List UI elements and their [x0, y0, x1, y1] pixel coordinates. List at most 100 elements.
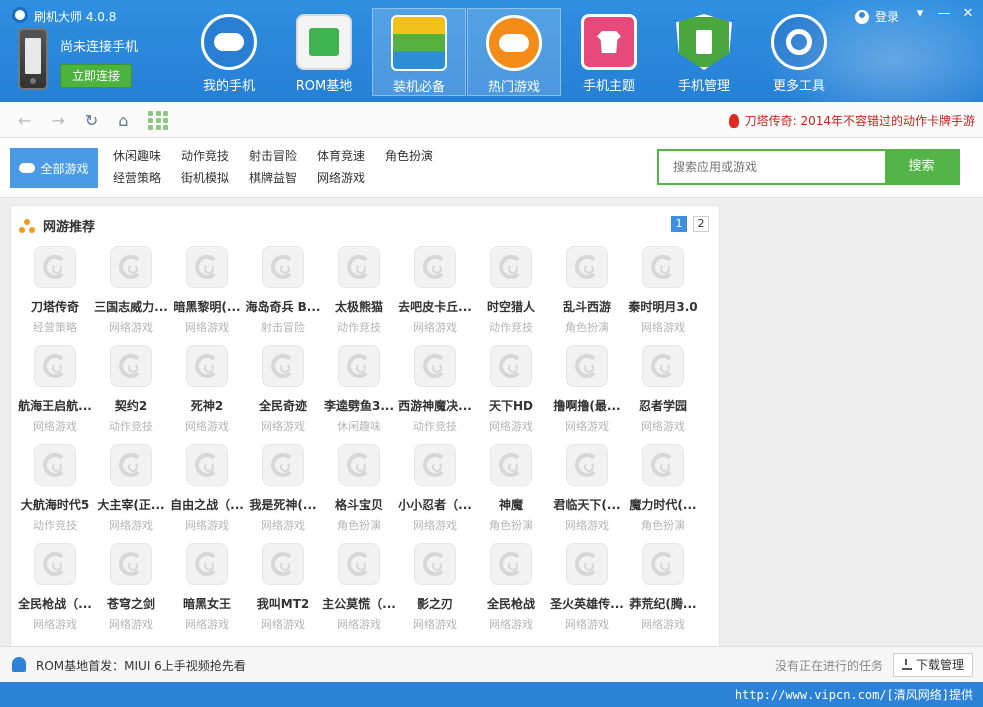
game-name: 太极熊猫 [334, 300, 383, 314]
shield-phone-icon [676, 14, 732, 70]
game-item[interactable]: 忍者学园 网络游戏 [625, 345, 701, 444]
game-category: 动作竞技 [337, 321, 381, 334]
game-item[interactable]: 西游神魔决... 动作竞技 [397, 345, 473, 444]
game-name: 暗黑黎明(... [173, 300, 241, 314]
game-category: 网络游戏 [261, 519, 305, 532]
game-item[interactable]: 自由之战（... 网络游戏 [169, 444, 245, 543]
game-item[interactable]: 秦时明月3.0 网络游戏 [625, 246, 701, 345]
game-item[interactable]: 圣火英雄传... 网络游戏 [549, 543, 625, 642]
game-placeholder-icon [490, 444, 532, 486]
status-news[interactable]: ROM基地首发：MIUI 6上手视频抢先看 [36, 657, 246, 674]
nav-essentials[interactable]: 装机必备 [372, 8, 466, 96]
nav-phone-manage[interactable]: 手机管理 [657, 8, 751, 96]
category-link[interactable]: 街机模拟 [181, 170, 249, 186]
game-placeholder-icon [642, 246, 684, 288]
game-item[interactable]: 莽荒纪(腾... 网络游戏 [625, 543, 701, 642]
game-placeholder-icon [566, 444, 608, 486]
game-item[interactable]: 契约2 动作竞技 [93, 345, 169, 444]
game-name: 海岛奇兵 B... [245, 300, 321, 314]
back-icon[interactable]: ← [18, 111, 31, 130]
nav-more-tools[interactable]: 更多工具 [752, 8, 846, 96]
app-logo-icon [12, 7, 28, 23]
nav-rom-base[interactable]: ROM基地 [277, 8, 371, 96]
game-item[interactable]: 神魔 角色扮演 [473, 444, 549, 543]
game-item[interactable]: 主公莫慌（... 网络游戏 [321, 543, 397, 642]
game-item[interactable]: 大主宰(正... 网络游戏 [93, 444, 169, 543]
game-category: 网络游戏 [109, 618, 153, 631]
game-name: 李逵劈鱼3... [323, 399, 395, 413]
forward-icon[interactable]: → [51, 111, 64, 130]
game-item[interactable]: 全民枪战 网络游戏 [473, 543, 549, 642]
game-name: 影之刃 [416, 597, 453, 611]
game-item[interactable]: 全民奇迹 网络游戏 [245, 345, 321, 444]
game-category: 角色扮演 [337, 519, 381, 532]
close-icon[interactable]: ✕ [961, 6, 975, 21]
apps-grid-icon[interactable] [148, 111, 169, 130]
bottom-bar: http://www.vipcn.com/[清风网络]提供 [0, 682, 983, 707]
game-item[interactable]: 死神2 网络游戏 [169, 345, 245, 444]
minimize-icon[interactable]: — [937, 6, 951, 21]
phone-device-icon [18, 28, 48, 90]
game-item[interactable]: 苍穹之剑 网络游戏 [93, 543, 169, 642]
game-name: 契约2 [114, 399, 148, 413]
login-link[interactable]: 登录 [854, 8, 899, 25]
download-manager-button[interactable]: 下载管理 [893, 653, 973, 677]
search-button[interactable]: 搜索 [885, 151, 958, 183]
nav-my-phone[interactable]: 我的手机 [182, 8, 276, 96]
game-placeholder-icon [186, 444, 228, 486]
game-name: 西游神魔决... [398, 399, 472, 413]
game-item[interactable]: 太极熊猫 动作竞技 [321, 246, 397, 345]
game-category: 角色扮演 [489, 519, 533, 532]
all-games-button[interactable]: 全部游戏 [10, 148, 98, 188]
game-item[interactable]: 我叫MT2 网络游戏 [245, 543, 321, 642]
nav-hot-games[interactable]: 热门游戏 [467, 8, 561, 96]
game-item[interactable]: 乱斗西游 角色扮演 [549, 246, 625, 345]
game-item[interactable]: 时空猎人 动作竞技 [473, 246, 549, 345]
section-header: 网游推荐 [19, 216, 95, 235]
game-item[interactable]: 天下HD 网络游戏 [473, 345, 549, 444]
game-placeholder-icon [414, 543, 456, 585]
game-item[interactable]: 小小忍者（... 网络游戏 [397, 444, 473, 543]
refresh-icon[interactable]: ↻ [85, 111, 98, 130]
game-item[interactable]: 暗黑黎明(... 网络游戏 [169, 246, 245, 345]
game-name: 我是死神(... [249, 498, 317, 512]
nav-themes[interactable]: 手机主题 [562, 8, 656, 96]
category-link[interactable]: 动作竞技 [181, 148, 249, 164]
game-item[interactable]: 刀塔传奇 经营策略 [17, 246, 93, 345]
game-placeholder-icon [110, 543, 152, 585]
game-item[interactable]: 李逵劈鱼3... 休闲趣味 [321, 345, 397, 444]
game-item[interactable]: 海岛奇兵 B... 射击冒险 [245, 246, 321, 345]
game-item[interactable]: 撸啊撸(最... 网络游戏 [549, 345, 625, 444]
game-category: 网络游戏 [109, 321, 153, 334]
game-item[interactable]: 三国志威力... 网络游戏 [93, 246, 169, 345]
game-item[interactable]: 大航海时代5 动作竞技 [17, 444, 93, 543]
game-item[interactable]: 影之刃 网络游戏 [397, 543, 473, 642]
game-item[interactable]: 格斗宝贝 角色扮演 [321, 444, 397, 543]
game-item[interactable]: 魔力时代(... 角色扮演 [625, 444, 701, 543]
category-link[interactable]: 网络游戏 [317, 170, 385, 186]
game-item[interactable]: 我是死神(... 网络游戏 [245, 444, 321, 543]
game-item[interactable]: 航海王启航... 网络游戏 [17, 345, 93, 444]
game-category: 网络游戏 [489, 618, 533, 631]
menu-dropdown-icon[interactable]: ▾ [913, 6, 927, 21]
connect-button[interactable]: 立即连接 [60, 64, 132, 88]
game-item[interactable]: 君临天下(... 网络游戏 [549, 444, 625, 543]
category-link[interactable]: 经营策略 [113, 170, 181, 186]
game-name: 忍者学园 [638, 399, 687, 413]
search-input[interactable] [659, 151, 887, 183]
game-item[interactable]: 全民枪战（... 网络游戏 [17, 543, 93, 642]
bell-icon [12, 657, 26, 672]
game-item[interactable]: 去吧皮卡丘... 网络游戏 [397, 246, 473, 345]
page-1-button[interactable]: 1 [671, 216, 687, 232]
category-link[interactable]: 休闲趣味 [113, 148, 181, 164]
game-placeholder-icon [490, 246, 532, 288]
category-link[interactable]: 射击冒险 [249, 148, 317, 164]
game-item[interactable]: 暗黑女王 网络游戏 [169, 543, 245, 642]
category-link[interactable]: 角色扮演 [385, 148, 453, 164]
game-category: 网络游戏 [33, 618, 77, 631]
promo-banner[interactable]: 刀塔传奇: 2014年不容错过的动作卡牌手游 [728, 112, 975, 129]
category-link[interactable]: 体育竞速 [317, 148, 385, 164]
home-icon[interactable]: ⌂ [118, 111, 128, 130]
page-2-button[interactable]: 2 [693, 216, 709, 232]
category-link[interactable]: 棋牌益智 [249, 170, 317, 186]
